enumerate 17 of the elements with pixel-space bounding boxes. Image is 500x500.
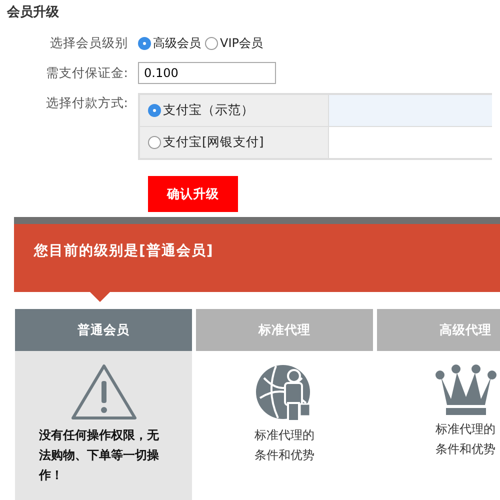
tier-description: 标准代理的条件和优势 (434, 421, 496, 458)
field-label: 选择会员级别 (49, 35, 129, 52)
banner-text: 您目前的级别是[普通会员] (34, 243, 214, 259)
level-radio[interactable]: 高级会员 (138, 35, 201, 52)
field-label: 需支付保证金: (44, 64, 129, 82)
tier-description: 标准代理的条件和优势 (254, 427, 316, 464)
payment-option[interactable]: 支付宝（示范） (140, 95, 329, 126)
crown-icon (434, 363, 496, 415)
field-label: 选择付款方式: (44, 94, 129, 112)
deposit-input[interactable]: 0.100 (138, 62, 276, 84)
warning-icon (70, 363, 138, 421)
tier-description: 没有任何操作权限，无法购物、下单等一切操作！ (38, 427, 160, 484)
payment-option[interactable]: 支付宝[网银支付] (140, 127, 329, 158)
confirm-button[interactable]: 确认升级 (148, 176, 238, 212)
page-title: 会员升级 (6, 4, 60, 22)
level-radio[interactable]: VIP会员 (205, 35, 263, 52)
tier-header[interactable]: 普通会员 (15, 309, 192, 351)
